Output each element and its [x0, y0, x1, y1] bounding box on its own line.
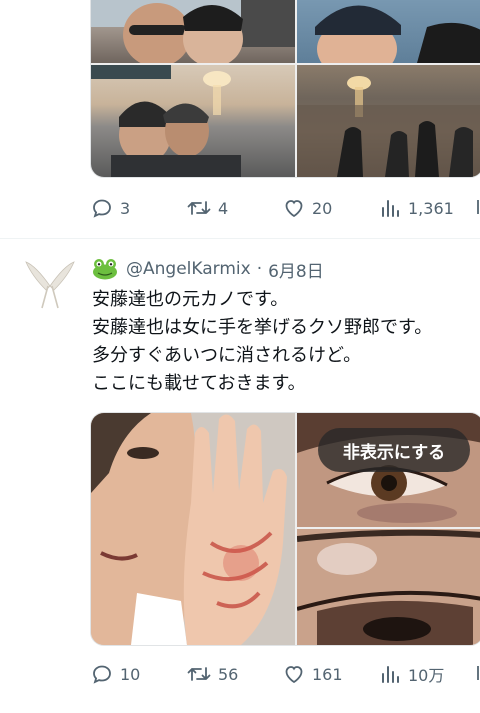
- heart-icon: [285, 666, 303, 684]
- tweet2-text: 安藤達也の元カノです。 安藤達也は女に手を挙げるクソ野郎です。 多分すぐあいつに…: [92, 286, 480, 398]
- tweet1-media-grid: [90, 0, 480, 178]
- tweet2-handle[interactable]: @AngelKarmix: [126, 259, 251, 279]
- tweet1-like-button[interactable]: 20: [282, 196, 332, 220]
- eye-closeup-image-2: [297, 529, 480, 645]
- tweet2-separator: ·: [256, 259, 263, 279]
- tweet2-like-button[interactable]: 161: [282, 662, 343, 686]
- tweet1-retweet-button[interactable]: 4: [186, 196, 228, 220]
- tweet2-view-count: 10万: [408, 666, 445, 685]
- tweet-divider: [0, 238, 480, 239]
- tweet2-reply-count: 10: [120, 664, 141, 684]
- feet-beach-image: [297, 76, 480, 177]
- car-selfie-image: [91, 0, 295, 63]
- tweet1-share-button[interactable]: [472, 196, 480, 220]
- tweet2-share-button[interactable]: [472, 662, 480, 686]
- share-icon: [477, 666, 479, 680]
- tweet1-like-count: 20: [312, 198, 333, 218]
- tweet1-photo-feet-beach[interactable]: [297, 65, 480, 177]
- tweet1-view-count: 1,361: [408, 198, 454, 218]
- reply-icon: [93, 665, 111, 684]
- tweet2-action-bar: 10 56 161 10万: [0, 656, 480, 692]
- tweet2-like-count: 161: [312, 664, 343, 684]
- views-icon: [382, 666, 399, 683]
- tweet2-photo-face-hand[interactable]: [91, 413, 295, 645]
- tweet1-photo-car-selfie[interactable]: [91, 0, 295, 63]
- tweet2-text-line: ここにも載せておきます。: [92, 373, 306, 394]
- tweet2-photo-eye-2[interactable]: [297, 529, 480, 645]
- views-icon: [382, 200, 399, 217]
- tweet2-retweet-count: 56: [218, 664, 239, 684]
- beanie-sea-image: [315, 5, 480, 63]
- hide-media-button[interactable]: 非表示にする: [318, 428, 470, 472]
- tweet2-date[interactable]: 6月8日: [268, 257, 324, 282]
- tweet2-text-line: 多分すぐあいつに消されるけど。: [92, 345, 362, 366]
- tweet2-text-line: 安藤達也は女に手を挙げるクソ野郎です。: [92, 317, 433, 338]
- tweet1-views-button[interactable]: 1,361: [380, 196, 454, 220]
- tweet2-reply-button[interactable]: 10: [90, 662, 140, 686]
- heart-icon: [285, 200, 303, 218]
- tweet1-photo-beanie-sea[interactable]: [297, 0, 480, 63]
- retweet-icon: [187, 667, 211, 681]
- tweet2-views-button[interactable]: 10万: [380, 662, 444, 686]
- share-icon: [477, 200, 479, 214]
- tweet2-text-line: 安藤達也の元カノです。: [92, 289, 289, 310]
- tweet2-avatar[interactable]: [22, 256, 78, 312]
- tweet1-action-bar: 3 4 20 1,361: [0, 190, 480, 226]
- reply-icon: [93, 199, 111, 218]
- couple-sunset-image: [91, 65, 241, 177]
- tweet1-reply-button[interactable]: 3: [90, 196, 130, 220]
- tweet2-header: @AngelKarmix · 6月8日: [92, 254, 324, 284]
- tweet1-photo-couple-sunset[interactable]: [91, 65, 295, 177]
- tweet1-retweet-count: 4: [218, 198, 229, 218]
- angel-wings-avatar: [25, 261, 75, 309]
- face-hand-image: [91, 413, 295, 645]
- retweet-icon: [187, 201, 211, 215]
- tweet2-retweet-button[interactable]: 56: [186, 662, 238, 686]
- frog-emoji-icon: [93, 259, 117, 280]
- tweet1-reply-count: 3: [120, 198, 131, 218]
